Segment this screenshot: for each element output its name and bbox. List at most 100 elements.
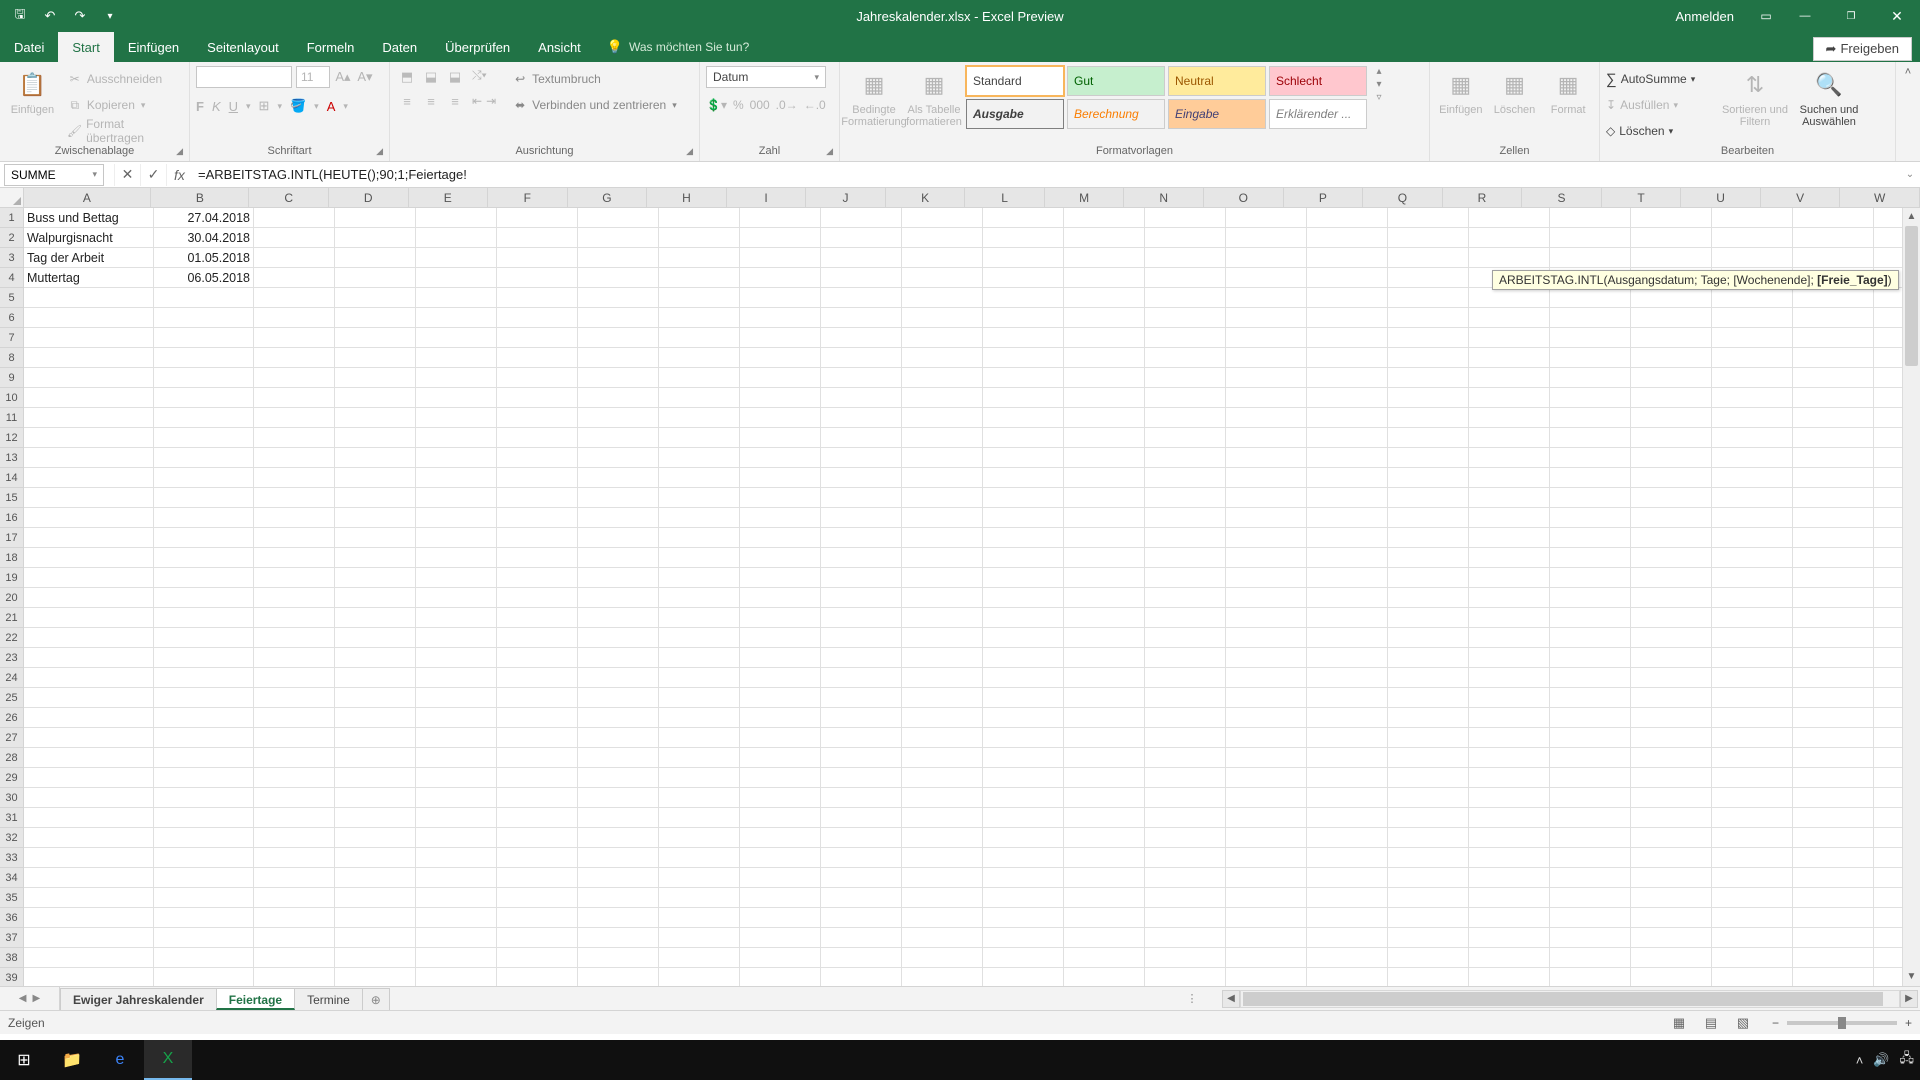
- cell[interactable]: [578, 448, 659, 468]
- cell[interactable]: [1469, 568, 1550, 588]
- collapse-ribbon-icon[interactable]: ˄: [1896, 62, 1920, 161]
- cell[interactable]: [821, 548, 902, 568]
- sheet-tab-ewiger[interactable]: Ewiger Jahreskalender: [60, 988, 217, 1010]
- cell[interactable]: [1226, 928, 1307, 948]
- cell[interactable]: [1064, 408, 1145, 428]
- cell[interactable]: [821, 428, 902, 448]
- col-header[interactable]: D: [329, 188, 409, 207]
- cell[interactable]: [1469, 728, 1550, 748]
- cell[interactable]: [821, 248, 902, 268]
- cell[interactable]: [1712, 868, 1793, 888]
- row-header[interactable]: 7: [0, 328, 24, 348]
- cell[interactable]: [1388, 248, 1469, 268]
- cell[interactable]: [254, 948, 335, 968]
- cell[interactable]: [254, 768, 335, 788]
- cell[interactable]: [1712, 328, 1793, 348]
- cell[interactable]: [1307, 788, 1388, 808]
- cell[interactable]: [1631, 628, 1712, 648]
- cell[interactable]: [1388, 428, 1469, 448]
- cell[interactable]: [1631, 368, 1712, 388]
- cell[interactable]: [1388, 968, 1469, 986]
- cell[interactable]: [24, 548, 154, 568]
- cell[interactable]: [902, 748, 983, 768]
- cell[interactable]: [659, 728, 740, 748]
- cell[interactable]: [902, 368, 983, 388]
- cell[interactable]: [983, 728, 1064, 748]
- cell[interactable]: [1145, 508, 1226, 528]
- cell[interactable]: [154, 848, 254, 868]
- row-header[interactable]: 23: [0, 648, 24, 668]
- cell[interactable]: [1388, 688, 1469, 708]
- cell[interactable]: [821, 948, 902, 968]
- cell[interactable]: [1307, 748, 1388, 768]
- cell[interactable]: [1550, 548, 1631, 568]
- cell[interactable]: [416, 868, 497, 888]
- cell[interactable]: [416, 688, 497, 708]
- cell[interactable]: [1226, 308, 1307, 328]
- cell[interactable]: [578, 288, 659, 308]
- cell[interactable]: [1712, 368, 1793, 388]
- cell[interactable]: [1064, 568, 1145, 588]
- cell[interactable]: [1793, 368, 1874, 388]
- style-berechnung[interactable]: Berechnung: [1067, 99, 1165, 129]
- cell[interactable]: [1793, 208, 1874, 228]
- cell[interactable]: [1712, 448, 1793, 468]
- cell[interactable]: [1469, 548, 1550, 568]
- cell[interactable]: [1631, 928, 1712, 948]
- cell[interactable]: [1712, 648, 1793, 668]
- cell[interactable]: [497, 548, 578, 568]
- cell[interactable]: [1550, 748, 1631, 768]
- cell[interactable]: [1712, 608, 1793, 628]
- cell[interactable]: [821, 288, 902, 308]
- cell[interactable]: [335, 728, 416, 748]
- cell[interactable]: [335, 548, 416, 568]
- cell[interactable]: [254, 708, 335, 728]
- cell[interactable]: [1064, 228, 1145, 248]
- close-button[interactable]: ✕: [1874, 0, 1920, 32]
- ribbon-display-options-icon[interactable]: ▭: [1750, 9, 1782, 23]
- cell[interactable]: [578, 908, 659, 928]
- cell[interactable]: [497, 248, 578, 268]
- cell[interactable]: [1145, 528, 1226, 548]
- cell[interactable]: [416, 708, 497, 728]
- cell[interactable]: [902, 948, 983, 968]
- cell[interactable]: [1145, 288, 1226, 308]
- cell[interactable]: [821, 408, 902, 428]
- cell[interactable]: [416, 248, 497, 268]
- cell[interactable]: [740, 488, 821, 508]
- cell[interactable]: [1388, 468, 1469, 488]
- cell[interactable]: [983, 748, 1064, 768]
- cell[interactable]: [740, 268, 821, 288]
- cell[interactable]: [740, 588, 821, 608]
- cell[interactable]: [902, 848, 983, 868]
- cell[interactable]: [1307, 648, 1388, 668]
- cell[interactable]: [1064, 528, 1145, 548]
- cell[interactable]: [497, 828, 578, 848]
- cell[interactable]: [1793, 768, 1874, 788]
- cell[interactable]: [983, 288, 1064, 308]
- cell[interactable]: [740, 288, 821, 308]
- new-sheet-button[interactable]: ⊕: [362, 988, 390, 1010]
- cell[interactable]: [416, 288, 497, 308]
- dialog-launcher-icon[interactable]: ◢: [686, 143, 693, 159]
- cell[interactable]: [578, 828, 659, 848]
- cell[interactable]: [1469, 788, 1550, 808]
- cell[interactable]: [740, 468, 821, 488]
- cell[interactable]: [1145, 208, 1226, 228]
- cell[interactable]: [1712, 348, 1793, 368]
- cell[interactable]: [416, 588, 497, 608]
- cell[interactable]: [254, 268, 335, 288]
- cell[interactable]: [983, 788, 1064, 808]
- cell[interactable]: [497, 588, 578, 608]
- col-header[interactable]: H: [647, 188, 727, 207]
- cell[interactable]: [983, 408, 1064, 428]
- cell[interactable]: [1064, 608, 1145, 628]
- cell[interactable]: [821, 208, 902, 228]
- cell[interactable]: [497, 468, 578, 488]
- cell[interactable]: [154, 568, 254, 588]
- cell[interactable]: [1307, 848, 1388, 868]
- cell[interactable]: [740, 968, 821, 986]
- cell[interactable]: [821, 608, 902, 628]
- cell[interactable]: [254, 848, 335, 868]
- cell[interactable]: [254, 368, 335, 388]
